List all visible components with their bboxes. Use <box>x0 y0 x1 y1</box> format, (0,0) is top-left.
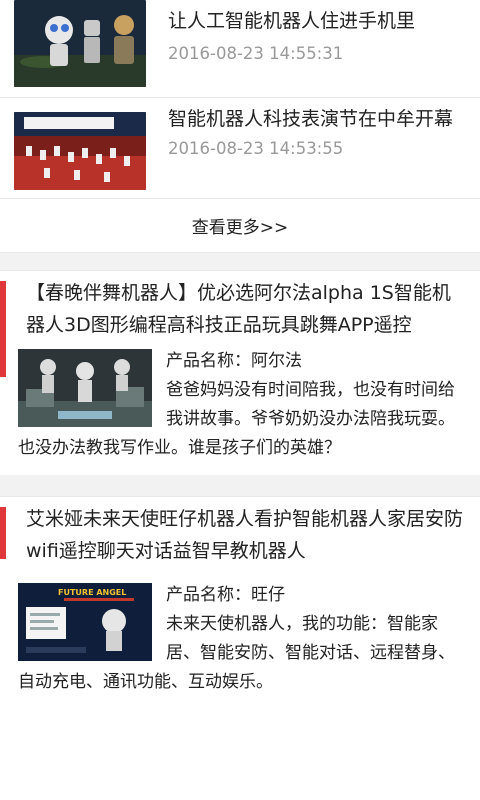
news-thumbnail[interactable] <box>14 0 146 87</box>
section-divider <box>0 475 480 497</box>
news-text: 让人工智能机器人住进手机里 2016-08-23 14:55:31 <box>168 0 466 97</box>
news-date: 2016-08-23 14:53:55 <box>168 139 344 158</box>
product-title[interactable]: 【春晚伴舞机器人】优必选阿尔法alpha 1S智能机器人3D图形编程高科技正品玩… <box>18 277 466 341</box>
product-body: 产品名称：阿尔法 爸爸妈妈没有时间陪我，也没有时间给我讲故事。爷爷奶奶没办法陪我… <box>18 347 466 463</box>
product-card[interactable]: 艾米娅未来天使旺仔机器人看护智能机器人家居安防wifi遥控聊天对话益智早教机器人… <box>0 497 480 697</box>
news-item[interactable]: 让人工智能机器人住进手机里 2016-08-23 14:55:31 <box>0 0 480 98</box>
product-title[interactable]: 艾米娅未来天使旺仔机器人看护智能机器人家居安防wifi遥控聊天对话益智早教机器人 <box>18 503 466 567</box>
product-image[interactable] <box>18 349 152 427</box>
banner-text: FUTURE ANGEL <box>58 588 126 597</box>
product-body: FUTURE ANGEL 产品名称：旺仔 未来天使机器人，我的功能：智能家居、智… <box>18 581 466 697</box>
news-list: 让人工智能机器人住进手机里 2016-08-23 14:55:31 智能机器人科… <box>0 0 480 199</box>
product-image[interactable]: FUTURE ANGEL <box>18 583 152 661</box>
news-text: 智能机器人科技表演节在中牟开幕 2016-08-23 14:53:55 <box>168 98 466 198</box>
news-title[interactable]: 智能机器人科技表演节在中牟开幕 <box>168 104 466 135</box>
product-card[interactable]: 【春晚伴舞机器人】优必选阿尔法alpha 1S智能机器人3D图形编程高科技正品玩… <box>0 271 480 463</box>
more-link[interactable]: 查看更多>> <box>0 199 480 253</box>
news-date: 2016-08-23 14:55:31 <box>168 44 344 63</box>
accent-bar <box>0 281 6 377</box>
news-item[interactable]: 智能机器人科技表演节在中牟开幕 2016-08-23 14:53:55 <box>0 98 480 199</box>
news-thumbnail[interactable] <box>14 112 146 190</box>
accent-bar <box>0 507 6 559</box>
section-divider <box>0 253 480 271</box>
news-title[interactable]: 让人工智能机器人住进手机里 <box>168 6 466 37</box>
